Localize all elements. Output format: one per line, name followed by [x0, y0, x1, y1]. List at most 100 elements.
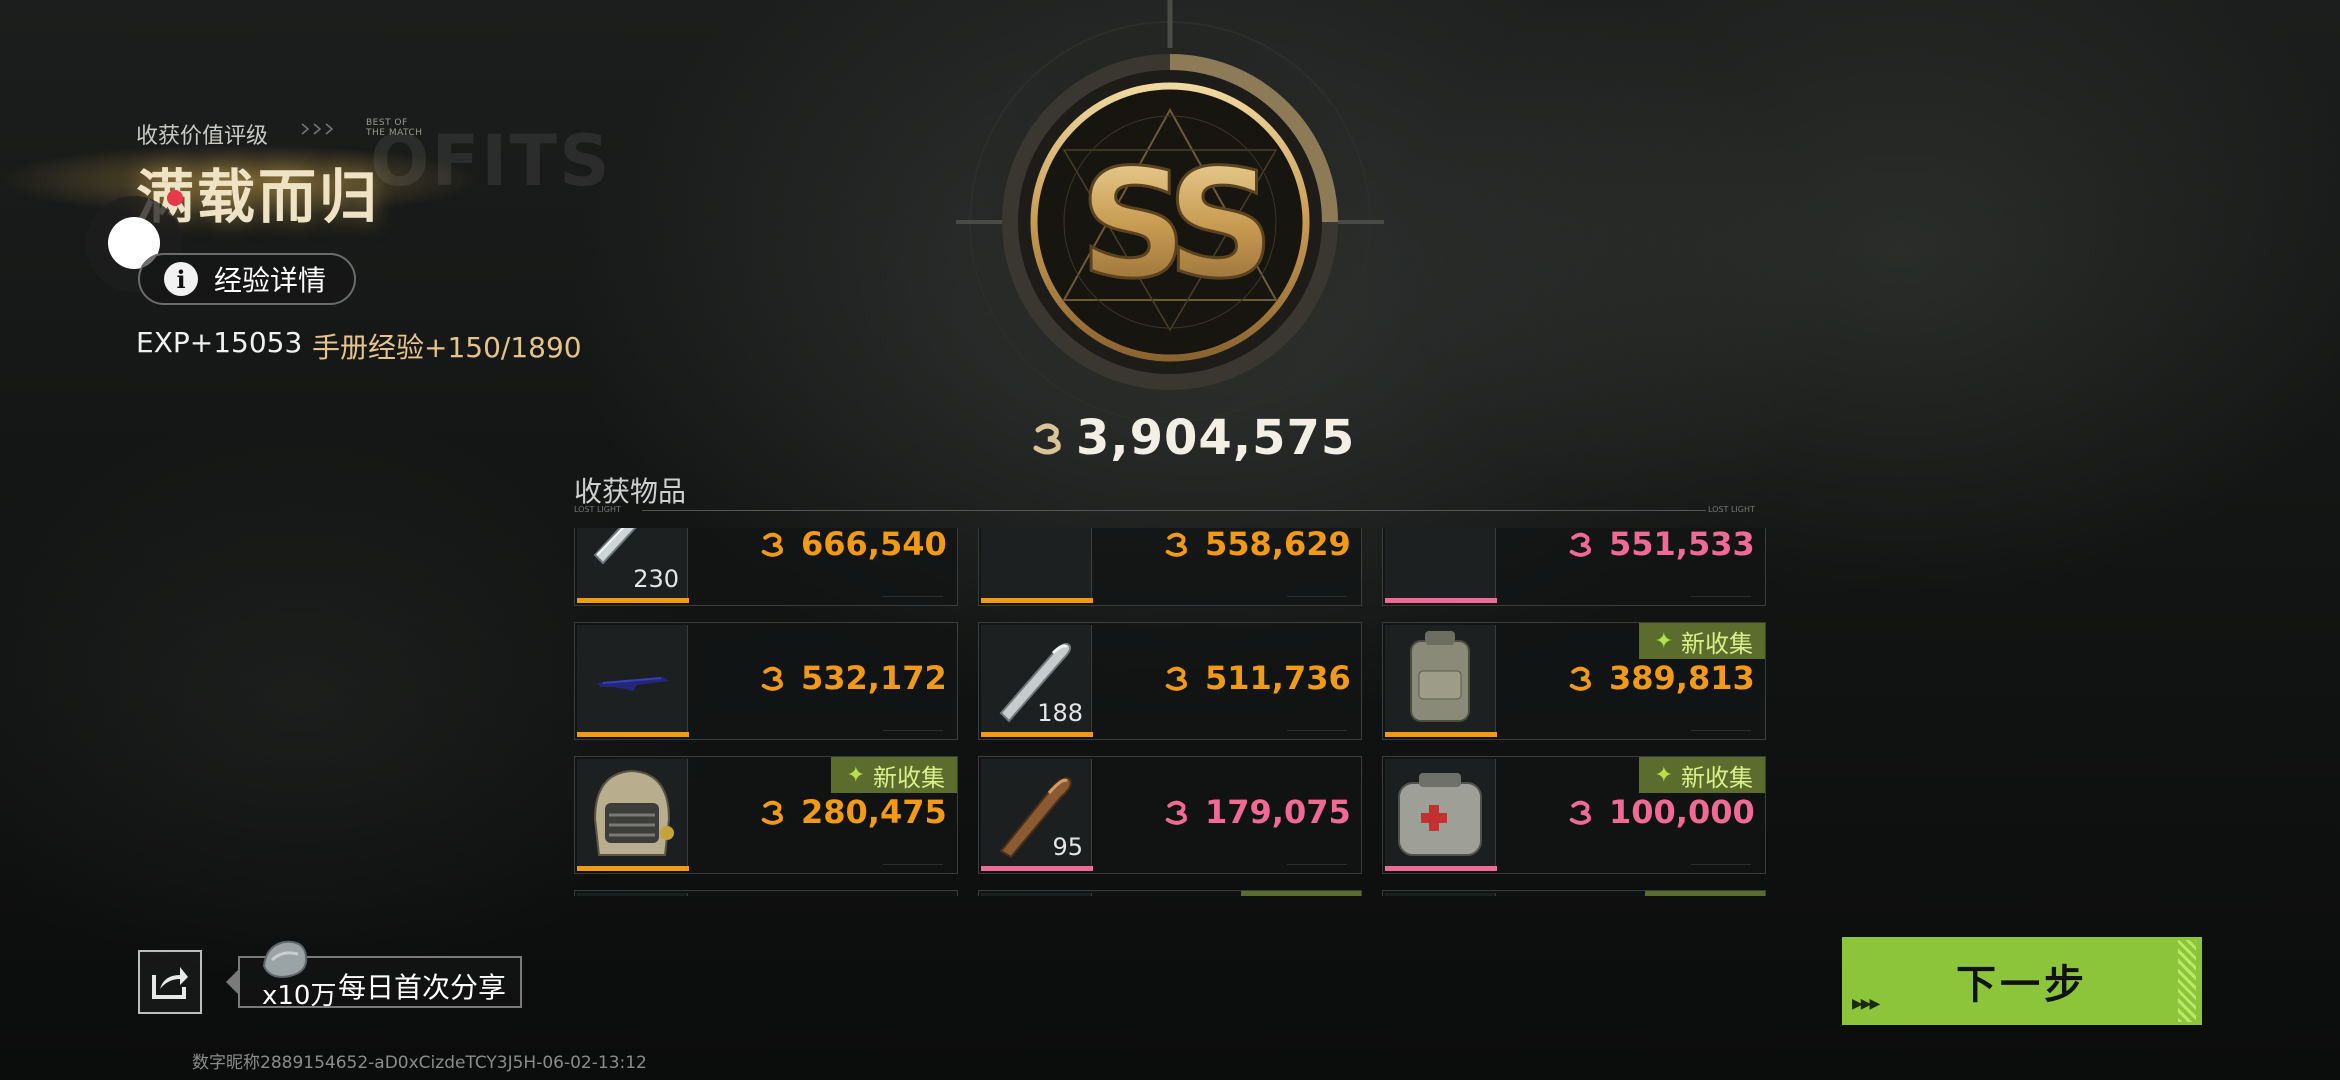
exp-details-button[interactable]: i 经验详情: [138, 253, 356, 305]
total-value: 3,904,575: [1030, 410, 1355, 466]
currency-icon: [761, 800, 783, 825]
item-price-value: 666,540: [801, 528, 947, 563]
next-step-button[interactable]: 下一步: [1842, 937, 2202, 1025]
exp-details-label: 经验详情: [214, 264, 327, 297]
lost-light-label-right: LOST LIGHT: [1708, 505, 1755, 514]
item-price-value: 558,629: [1205, 528, 1351, 563]
total-value-number: 3,904,575: [1076, 410, 1356, 466]
sparkle-icon: ✦: [1654, 628, 1673, 654]
items-section-title: 收获物品: [574, 475, 687, 508]
share-reward-qty: x10万: [262, 981, 337, 1011]
new-collect-badge: ✦ 新收集: [1638, 757, 1765, 793]
item-card-peek[interactable]: [1382, 890, 1766, 896]
new-collect-label: 新收集: [1681, 763, 1753, 792]
currency-icon: [1165, 532, 1187, 557]
item-card[interactable]: 389,813 ✦ 新收集: [1382, 622, 1766, 740]
share-button[interactable]: [138, 950, 202, 1014]
item-card[interactable]: 100,000 ✦ 新收集: [1382, 756, 1766, 874]
item-thumbnail: 230: [577, 528, 689, 603]
item-price: 532,172: [759, 659, 947, 697]
items-grid-viewport[interactable]: 230 666,540 558,629 551,533 532,172 188 511,73…: [574, 528, 1766, 896]
lost-light-label-left: LOST LIGHT: [574, 505, 621, 514]
section-divider: [642, 510, 1706, 511]
medical-bag-icon: [1385, 759, 1495, 875]
handbook-exp: 手册经验+150/1890: [312, 331, 582, 364]
button-stripe-deco: [2178, 940, 2196, 1022]
card-deco-line: [1691, 858, 1751, 865]
grade-badge: SS: [956, 0, 1384, 423]
rarity-bar: [577, 598, 689, 603]
card-deco-line: [1691, 724, 1751, 731]
item-thumbnail: [1385, 625, 1497, 737]
item-card[interactable]: 551,533: [1382, 528, 1766, 606]
item-price-value: 532,172: [801, 659, 947, 697]
item-thumbnail: [577, 893, 688, 896]
item-thumbnail: [1385, 528, 1497, 603]
new-collect-badge: ✦ 新收集: [1638, 623, 1765, 659]
item-card-peek[interactable]: [574, 890, 958, 896]
item-price: 100,000: [1567, 793, 1755, 831]
card-deco-line: [883, 590, 943, 597]
item-card-peek[interactable]: [978, 890, 1362, 896]
share-icon: [152, 967, 188, 999]
item-thumbnail: 188: [981, 625, 1093, 737]
new-collect-badge: ✦ 新收集: [830, 757, 957, 793]
item-price-value: 280,475: [801, 793, 947, 831]
green-rifle-icon: [981, 528, 1091, 607]
new-collect-label: 新收集: [1681, 629, 1753, 658]
item-price-value: 179,075: [1205, 793, 1351, 831]
sparkle-icon: ✦: [846, 762, 865, 788]
currency-icon: [761, 532, 783, 557]
rarity-bar: [981, 866, 1093, 871]
info-icon: i: [164, 262, 198, 296]
new-collect-badge-peek: [1645, 891, 1765, 896]
chevron-deco-icon: [301, 123, 334, 135]
currency-icon: [1569, 532, 1591, 557]
item-price-value: 389,813: [1609, 659, 1755, 697]
currency-icon: [1033, 423, 1061, 455]
item-thumbnail: [981, 893, 1092, 896]
item-price: 179,075: [1163, 793, 1351, 831]
currency-icon: [1165, 800, 1187, 825]
item-price: 666,540: [759, 528, 947, 563]
best-of-label: BEST OF THE MATCH: [366, 118, 423, 138]
item-thumbnail: 95: [981, 759, 1093, 871]
item-price: 551,533: [1567, 528, 1755, 563]
item-quantity: 188: [1037, 699, 1083, 727]
card-deco-line: [1691, 590, 1751, 597]
item-price: 511,736: [1163, 659, 1351, 697]
rarity-bar: [577, 732, 689, 737]
item-thumbnail: [981, 528, 1093, 603]
item-card[interactable]: 95 179,075: [978, 756, 1362, 874]
helmet-icon: [577, 759, 687, 875]
item-price: 389,813: [1567, 659, 1755, 697]
sparkle-icon: ✦: [1654, 762, 1673, 788]
sniper-rifle-icon: [1385, 528, 1495, 607]
item-price: 280,475: [759, 793, 947, 831]
item-card[interactable]: 188 511,736: [978, 622, 1362, 740]
notification-dot: [167, 190, 183, 206]
rarity-bar: [1385, 732, 1497, 737]
next-step-label: 下一步: [1956, 962, 2088, 1008]
item-card[interactable]: 558,629: [978, 528, 1362, 606]
rarity-bar: [1385, 866, 1497, 871]
rating-label: 收获价值评级: [136, 124, 269, 149]
currency-icon: [761, 666, 783, 691]
rarity-bar: [577, 866, 689, 871]
item-card[interactable]: 280,475 ✦ 新收集: [574, 756, 958, 874]
card-deco-line: [1287, 590, 1347, 597]
card-deco-line: [883, 858, 943, 865]
blue-rifle-icon: [577, 625, 687, 741]
card-deco-line: [1287, 858, 1347, 865]
new-collect-badge-peek: [1241, 891, 1361, 896]
grade-text: SS: [1079, 138, 1264, 312]
item-price-value: 551,533: [1609, 528, 1755, 563]
item-card[interactable]: 532,172: [574, 622, 958, 740]
item-quantity: 230: [633, 565, 679, 593]
currency-icon: [1569, 666, 1591, 691]
item-quantity: 95: [1052, 833, 1083, 861]
item-thumbnail: [1385, 893, 1496, 896]
item-price-value: 511,736: [1205, 659, 1351, 697]
item-card[interactable]: 230 666,540: [574, 528, 958, 606]
item-price: 558,629: [1163, 528, 1351, 563]
